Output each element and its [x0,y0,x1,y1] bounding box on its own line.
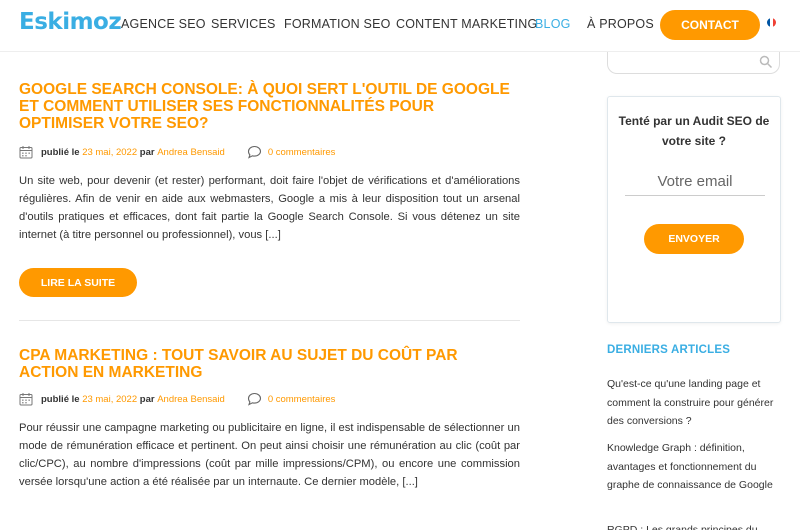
comment-icon [247,392,261,406]
send-button[interactable]: ENVOYER [644,224,744,254]
article-meta: publié le 23 mai, 2022 par Andrea Bensai… [19,144,335,160]
read-more-button[interactable]: LIRE LA SUITE [19,268,137,297]
article-excerpt: Pour réussir une campagne marketing ou p… [19,422,520,488]
post-date[interactable]: 23 mai, 2022 [82,394,137,405]
article-meta: publié le 23 mai, 2022 par Andrea Bensai… [19,391,335,407]
nav-services[interactable]: SERVICES [211,17,276,31]
france-flag-icon[interactable] [767,18,776,27]
site-header: Eskimoz AGENCE SEO SERVICES FORMATION SE… [0,0,800,52]
published-label: publié le [41,393,80,405]
article-divider [19,320,520,321]
nav-blog[interactable]: BLOG [535,17,571,31]
contact-button[interactable]: CONTACT [660,10,760,40]
article-title[interactable]: GOOGLE SEARCH CONSOLE: À QUOI SERT L'OUT… [19,81,519,132]
recent-articles-heading: DERNIERS ARTICLES [607,344,731,356]
comment-icon [247,145,261,159]
by-label: par [139,146,155,158]
comments-link[interactable]: 0 commentaires [268,147,336,158]
eskimoz-logo[interactable]: Eskimoz [19,9,122,35]
nav-content-marketing[interactable]: CONTENT MARKETING [396,17,537,31]
published-label: publié le [41,146,80,158]
nav-formation-seo[interactable]: FORMATION SEO [284,17,391,31]
recent-article-link[interactable]: Knowledge Graph : définition, avantages … [607,439,782,495]
comments-link[interactable]: 0 commentaires [268,394,336,405]
recent-article-link[interactable]: Qu'est-ce qu'une landing page et comment… [607,375,782,431]
recent-article-link[interactable]: RGPD : Les grands principes du [607,521,782,530]
calendar-icon [19,146,33,159]
post-author[interactable]: Andrea Bensaid [157,147,225,158]
post-date[interactable]: 23 mai, 2022 [82,147,137,158]
audit-title: Tenté par un Audit SEO de votre site ? [618,114,770,148]
post-author[interactable]: Andrea Bensaid [157,394,225,405]
article-excerpt: Un site web, pour devenir (et rester) pe… [19,175,520,241]
nav-a-propos[interactable]: À PROPOS [587,17,654,31]
search-icon[interactable] [759,55,773,69]
seo-audit-widget: Tenté par un Audit SEO de votre site ? E… [607,96,781,323]
search-box[interactable] [607,52,780,74]
article-title[interactable]: CPA MARKETING : TOUT SAVOIR AU SUJET DU … [19,347,519,381]
email-input[interactable] [625,168,765,196]
calendar-icon [19,393,33,406]
by-label: par [139,393,155,405]
nav-agence-seo[interactable]: AGENCE SEO [121,17,206,31]
